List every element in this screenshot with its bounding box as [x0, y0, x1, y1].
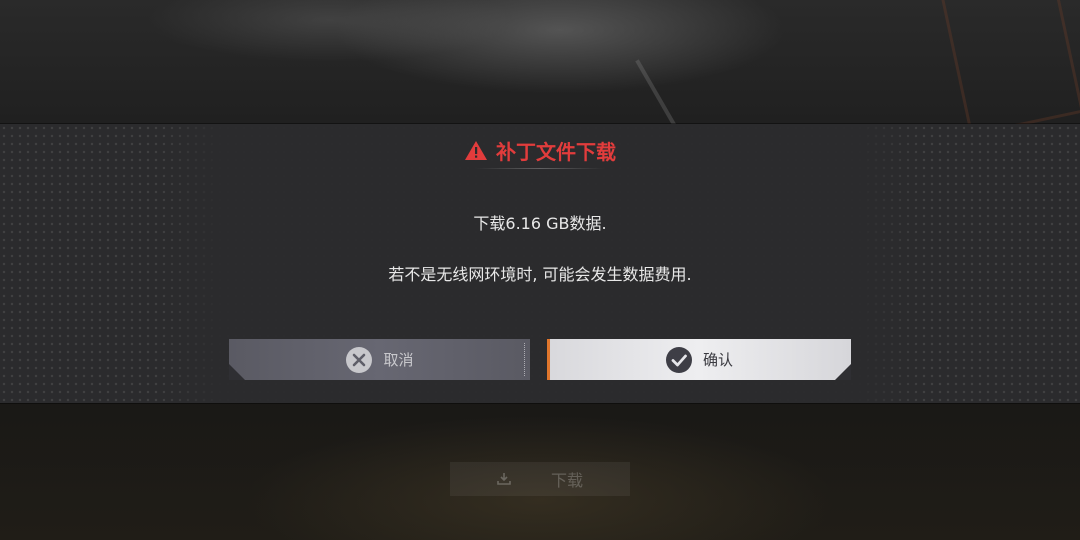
background-download-label: 下载 [550, 471, 583, 490]
background-sign [940, 0, 1080, 137]
confirm-corner-decoration [835, 364, 851, 380]
background-pole [635, 59, 679, 131]
confirm-button-label: 确认 [702, 351, 733, 369]
download-size-message: 下载6.16 GB数据. [473, 214, 607, 233]
dialog-title-text: 补丁文件下载 [496, 140, 616, 164]
game-screen: 下载 补丁文件下载 下载6.16 GB数据. 若不是无线网环境时, 可能会发生数… [0, 0, 1080, 540]
title-divider [475, 168, 605, 169]
cancel-corner-decoration [229, 364, 245, 380]
patch-download-dialog: 补丁文件下载 下载6.16 GB数据. 若不是无线网环境时, 可能会发生数据费用… [0, 124, 1080, 403]
warning-triangle-icon [464, 140, 488, 161]
check-circle-icon [665, 346, 693, 374]
download-icon [497, 473, 511, 485]
cancel-button[interactable]: 取消 [229, 339, 530, 380]
dialog-title: 补丁文件下载 [0, 136, 1080, 165]
background-download-button: 下载 [450, 462, 630, 496]
data-charge-warning: 若不是无线网环境时, 可能会发生数据费用. [388, 265, 692, 284]
confirm-button[interactable]: 确认 [547, 339, 851, 380]
close-circle-icon [345, 346, 373, 374]
cancel-button-label: 取消 [383, 351, 414, 369]
